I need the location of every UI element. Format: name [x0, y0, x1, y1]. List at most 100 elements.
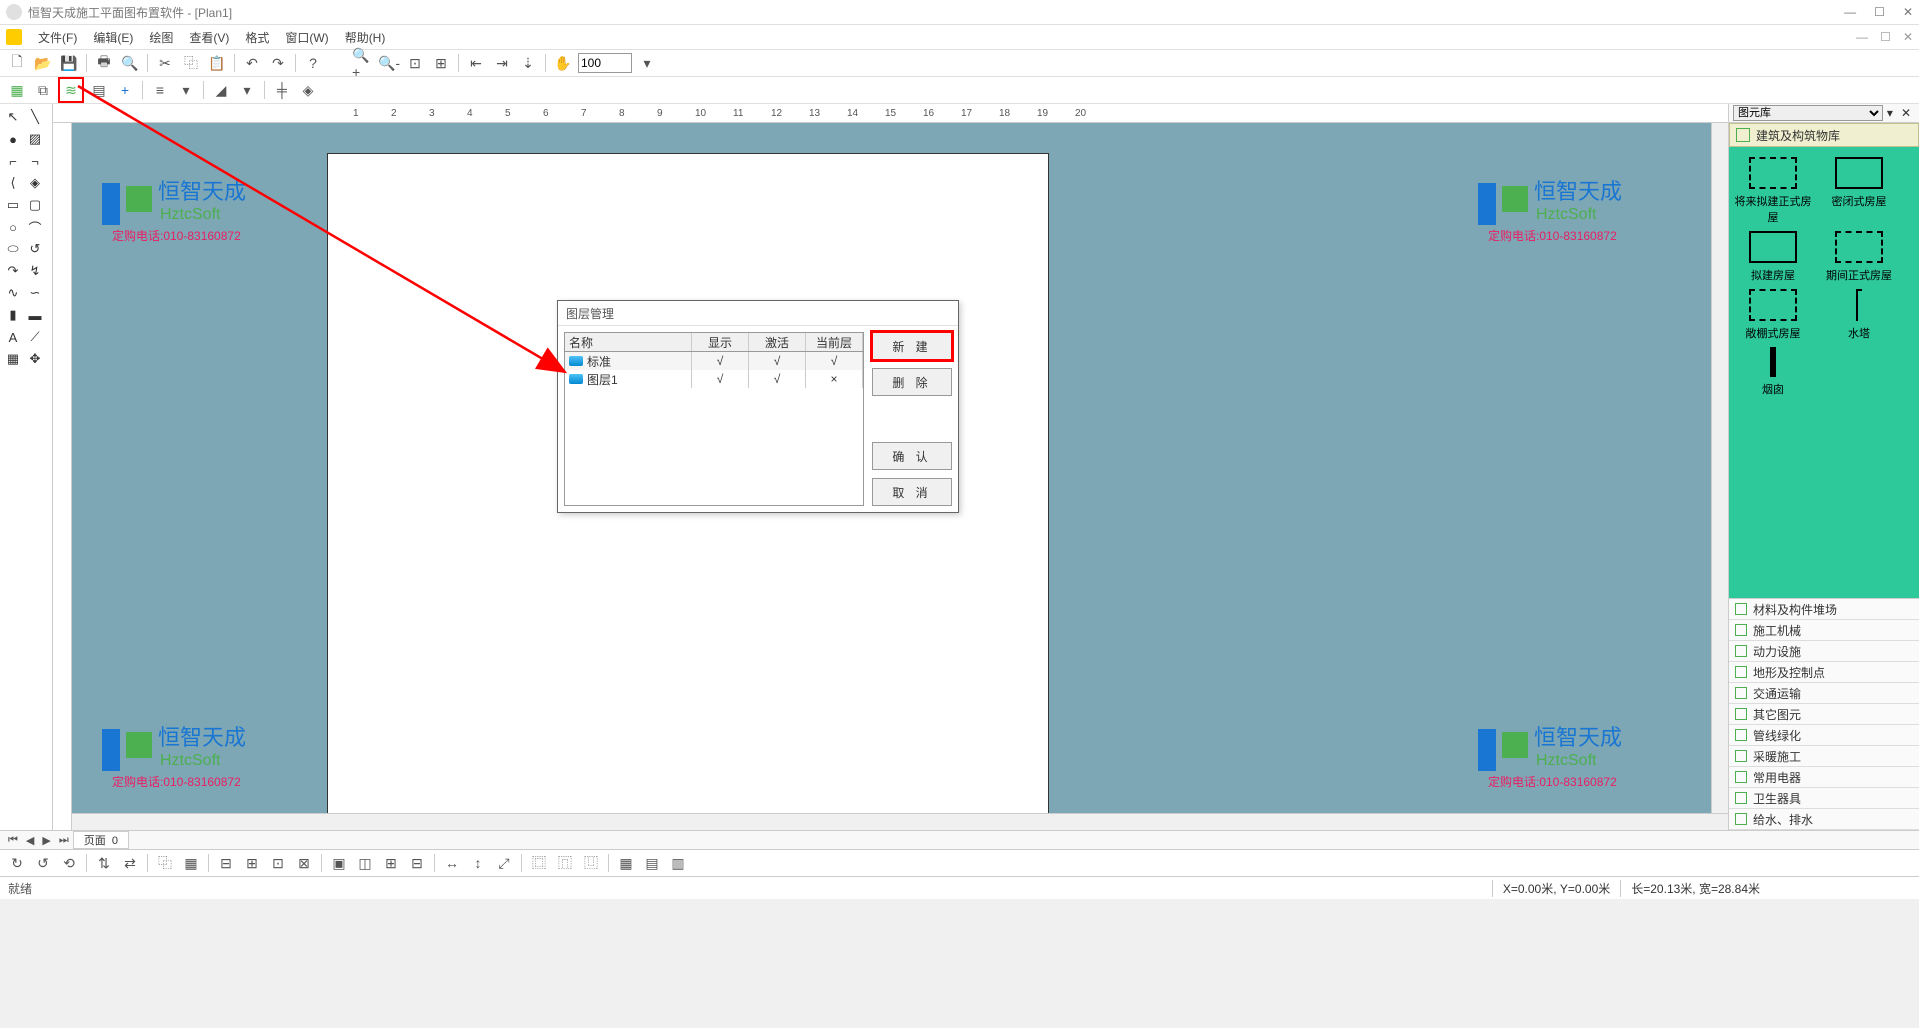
zoom-window-icon[interactable]: ⊞ — [430, 52, 452, 74]
arc-tool-icon[interactable]: ⌒ — [25, 217, 45, 237]
dot-tool-icon[interactable]: ● — [3, 129, 23, 149]
new-icon[interactable]: 🗋 — [6, 52, 28, 74]
library-category[interactable]: 采暖施工 — [1729, 746, 1919, 767]
lib-item[interactable]: 密闭式房屋 — [1819, 157, 1899, 225]
ellipse-tool-icon[interactable]: ⬭ — [3, 239, 23, 259]
move-tool-icon[interactable]: ✥ — [25, 349, 45, 369]
pan-2-icon[interactable]: ⇥ — [491, 52, 513, 74]
bt-icon[interactable]: ⿵ — [554, 852, 576, 874]
bt-icon[interactable]: ▦ — [180, 852, 202, 874]
fill-tool-icon[interactable]: ▮ — [3, 305, 23, 325]
bt-icon[interactable]: ⊞ — [241, 852, 263, 874]
diamond-tool-icon[interactable]: ◈ — [25, 173, 45, 193]
paste-icon[interactable]: 📋 — [206, 52, 228, 74]
lbracket-tool-icon[interactable]: ⟨ — [3, 173, 23, 193]
menu-help[interactable]: 帮助(H) — [337, 29, 394, 46]
table-tool-icon[interactable]: ▦ — [3, 349, 23, 369]
circle-tool-icon[interactable]: ○ — [3, 217, 23, 237]
library-category[interactable]: 动力设施 — [1729, 641, 1919, 662]
library-category[interactable]: 材料及构件堆场 — [1729, 599, 1919, 620]
dropdown-icon[interactable]: ▾ — [236, 79, 258, 101]
pan-3-icon[interactable]: ⇣ — [517, 52, 539, 74]
shape-d-tool-icon[interactable]: ⟋ — [25, 327, 45, 347]
align-2-icon[interactable]: ◈ — [297, 79, 319, 101]
rect-tool-icon[interactable]: ▭ — [3, 195, 23, 215]
bt-icon[interactable]: ↔ — [441, 852, 463, 874]
scrollbar-vertical[interactable] — [1711, 123, 1728, 830]
open-icon[interactable]: 📂 — [32, 52, 54, 74]
fill-color-icon[interactable]: ◢ — [210, 79, 232, 101]
line-tool-icon[interactable]: ╲ — [25, 107, 45, 127]
library-category[interactable]: 卫生器具 — [1729, 788, 1919, 809]
bt-icon[interactable]: ▦ — [615, 852, 637, 874]
bt-icon[interactable]: ◫ — [354, 852, 376, 874]
pan-1-icon[interactable]: ⇤ — [465, 52, 487, 74]
undo-icon[interactable]: ↶ — [241, 52, 263, 74]
redo-icon[interactable]: ↷ — [267, 52, 289, 74]
bt-icon[interactable]: ▥ — [667, 852, 689, 874]
bt-icon[interactable]: ⊟ — [215, 852, 237, 874]
mdi-maximize[interactable]: ☐ — [1880, 30, 1891, 44]
bt-icon[interactable]: ▣ — [328, 852, 350, 874]
page-tab[interactable]: 页面 0 — [73, 831, 129, 849]
shape-c-tool-icon[interactable]: ↯ — [25, 261, 45, 281]
library-category[interactable]: 其它图元 — [1729, 704, 1919, 725]
bt-icon[interactable]: ↺ — [32, 852, 54, 874]
scrollbar-horizontal[interactable] — [72, 813, 1728, 830]
preview-icon[interactable]: 🔍 — [119, 52, 141, 74]
shape-b-tool-icon[interactable]: ↷ — [3, 261, 23, 281]
lib-item[interactable]: 期间正式房屋 — [1819, 231, 1899, 283]
zoom-out-icon[interactable]: 🔍- — [378, 52, 400, 74]
lib-item[interactable]: 烟囱 — [1733, 347, 1813, 397]
menu-file[interactable]: 文件(F) — [30, 29, 85, 46]
library-category[interactable]: 常用电器 — [1729, 767, 1919, 788]
snap-l-tool-icon[interactable]: ⌐ — [3, 151, 23, 171]
lib-item[interactable]: 拟建房屋 — [1733, 231, 1813, 283]
text-tool-icon[interactable]: A — [3, 327, 23, 347]
layer-row[interactable]: 图层1 √ √ × — [565, 370, 863, 388]
menu-window[interactable]: 窗口(W) — [277, 29, 336, 46]
maximize-button[interactable]: ☐ — [1874, 5, 1885, 19]
tab-next-icon[interactable]: ▶ — [38, 834, 54, 847]
minimize-button[interactable]: — — [1844, 5, 1856, 19]
tab-last-icon[interactable]: ⏭ — [55, 834, 73, 847]
dropdown-icon[interactable]: ▾ — [175, 79, 197, 101]
lib-item[interactable]: 将来拟建正式房屋 — [1733, 157, 1813, 225]
fill2-tool-icon[interactable]: ▬ — [25, 305, 45, 325]
menu-format[interactable]: 格式 — [237, 29, 277, 46]
menu-draw[interactable]: 绘图 — [141, 29, 181, 46]
library-close-icon[interactable]: ✕ — [1897, 106, 1915, 120]
plus-icon[interactable]: + — [114, 79, 136, 101]
mdi-minimize[interactable]: — — [1856, 30, 1868, 44]
bt-icon[interactable]: ⤢ — [493, 852, 515, 874]
menu-edit[interactable]: 编辑(E) — [85, 29, 141, 46]
cut-icon[interactable]: ✂ — [154, 52, 176, 74]
lib-item[interactable]: 敞棚式房屋 — [1733, 289, 1813, 341]
library-dropdown-icon[interactable]: ▾ — [1883, 106, 1897, 120]
close-button[interactable]: ✕ — [1903, 5, 1913, 19]
delete-layer-button[interactable]: 删 除 — [872, 368, 952, 396]
library-category[interactable]: 交通运输 — [1729, 683, 1919, 704]
grid-icon[interactable]: ▦ — [6, 79, 28, 101]
bt-icon[interactable]: ▤ — [641, 852, 663, 874]
zoom-fit-icon[interactable]: ⊡ — [404, 52, 426, 74]
bt-icon[interactable]: ⇅ — [93, 852, 115, 874]
shape-a-tool-icon[interactable]: ↺ — [25, 239, 45, 259]
library-category-active[interactable]: 建筑及构筑物库 — [1729, 123, 1919, 147]
help-icon[interactable]: ? — [302, 52, 324, 74]
zoom-dropdown-icon[interactable]: ▾ — [636, 52, 658, 74]
rect2-tool-icon[interactable]: ▢ — [25, 195, 45, 215]
hatch-tool-icon[interactable]: ▨ — [25, 129, 45, 149]
library-category[interactable]: 给水、排水 — [1729, 809, 1919, 830]
copy-icon[interactable]: ⿻ — [180, 52, 202, 74]
save-icon[interactable]: 💾 — [58, 52, 80, 74]
library-select[interactable]: 图元库 — [1733, 105, 1883, 121]
tab-first-icon[interactable]: ⏮ — [4, 834, 22, 847]
pointer-tool-icon[interactable]: ↖ — [3, 107, 23, 127]
cancel-button[interactable]: 取 消 — [872, 478, 952, 506]
library-category[interactable]: 施工机械 — [1729, 620, 1919, 641]
bt-icon[interactable]: ⿴ — [528, 852, 550, 874]
bt-icon[interactable]: ⿶ — [580, 852, 602, 874]
bt-icon[interactable]: ⊟ — [406, 852, 428, 874]
print-icon[interactable]: 🖶 — [93, 52, 115, 74]
